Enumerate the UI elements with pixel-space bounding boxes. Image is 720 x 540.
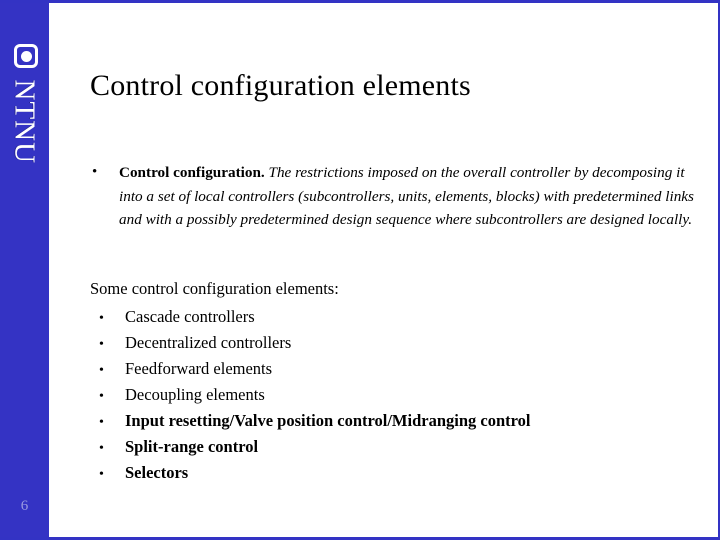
- list-item: • Decoupling elements: [90, 382, 690, 408]
- list-item-label: Decentralized controllers: [125, 333, 292, 352]
- list-item-label: Split-range control: [125, 437, 259, 456]
- definition-block: • Control configuration. The restriction…: [90, 161, 710, 232]
- list-item: • Decentralized controllers: [90, 330, 690, 356]
- bullet-icon: •: [92, 164, 98, 180]
- ntnu-wordmark: NTNU: [8, 79, 41, 165]
- slide-content: Control configuration elements • Control…: [49, 3, 718, 537]
- bullet-icon: •: [99, 415, 104, 430]
- list-item-label: Cascade controllers: [125, 307, 255, 326]
- rounded-square-with-dot-icon: [14, 44, 38, 68]
- bullet-icon: •: [99, 467, 104, 482]
- bullet-icon: •: [99, 337, 104, 352]
- sidebar: NTNU 6: [0, 3, 49, 537]
- list-item: • Selectors: [90, 460, 690, 486]
- definition-text: Control configuration. The restrictions …: [119, 161, 710, 232]
- list-item-label: Input resetting/Valve position control/M…: [125, 411, 531, 430]
- bullet-icon: •: [99, 363, 104, 378]
- list-item: • Cascade controllers: [90, 304, 690, 330]
- list-item: • Feedforward elements: [90, 356, 690, 382]
- list-item: • Split-range control: [90, 434, 690, 460]
- list-item-label: Selectors: [125, 463, 189, 482]
- logo-dot-icon: [20, 50, 32, 62]
- bullet-icon: •: [99, 389, 104, 404]
- slide: NTNU 6 Control configuration elements • …: [0, 0, 720, 540]
- page-title: Control configuration elements: [90, 69, 471, 102]
- element-list: • Cascade controllers • Decentralized contr…: [90, 304, 690, 486]
- list-item-label: Feedforward elements: [125, 359, 273, 378]
- list-intro: Some control configuration elements:: [90, 279, 339, 298]
- definition-term: Control configuration.: [119, 164, 265, 181]
- list-item: • Input resetting/Valve position control/…: [90, 408, 690, 434]
- page-number: 6: [20, 498, 29, 514]
- bullet-icon: •: [99, 441, 104, 456]
- bullet-icon: •: [99, 311, 104, 326]
- list-item-label: Decoupling elements: [125, 385, 265, 404]
